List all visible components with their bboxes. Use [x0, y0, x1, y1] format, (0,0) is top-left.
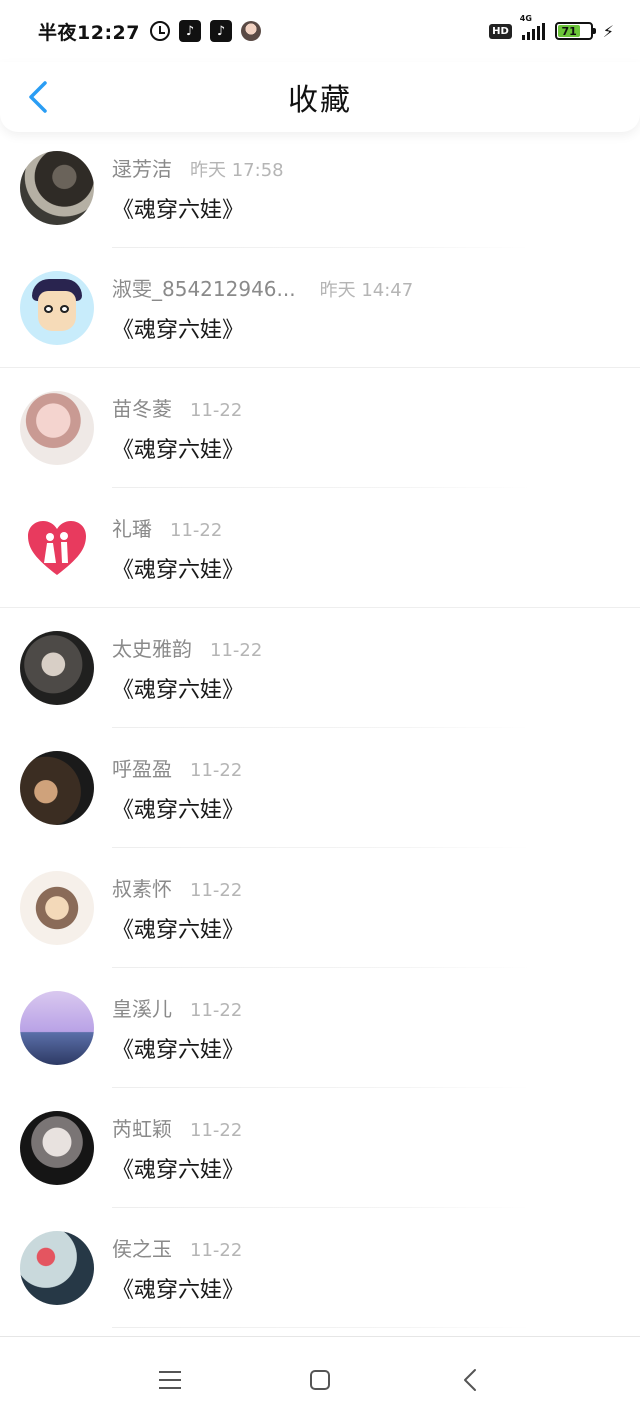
timestamp: 11-22: [190, 999, 243, 1021]
timestamp: 昨天 17:58: [190, 159, 284, 181]
timestamp: 11-22: [190, 759, 243, 781]
timestamp: 11-22: [210, 639, 263, 661]
favorites-list: 逯芳洁 昨天 17:58 《魂穿六娃》 淑雯_854212946... 昨天 1…: [0, 128, 640, 1328]
user-avatar[interactable]: [20, 991, 94, 1065]
user-name[interactable]: 太史雅韵: [112, 633, 192, 662]
timestamp: 昨天 14:47: [319, 279, 414, 301]
user-name[interactable]: 芮虹颖: [112, 1113, 172, 1142]
book-title[interactable]: 《魂穿六娃》: [112, 1152, 244, 1184]
status-bar: 半夜12:27 ♪ ♪ HD 4G 71 ⚡: [0, 0, 640, 62]
status-time: 半夜12:27: [38, 21, 140, 44]
user-avatar[interactable]: [20, 871, 94, 945]
user-name[interactable]: 礼璠: [112, 513, 152, 542]
user-avatar[interactable]: [20, 271, 94, 345]
user-avatar[interactable]: [20, 1231, 94, 1305]
list-item[interactable]: 苗冬菱 11-22 《魂穿六娃》: [0, 368, 640, 488]
menu-icon: [159, 1370, 181, 1389]
system-indicators: HD 4G 71 ⚡: [489, 14, 614, 41]
hd-voice-icon: HD: [489, 23, 512, 39]
back-button[interactable]: [20, 78, 56, 116]
tiktok-icon: ♪: [178, 20, 201, 42]
battery-level: 71: [557, 25, 581, 38]
list-item[interactable]: 皇溪儿 11-22 《魂穿六娃》: [0, 968, 640, 1088]
alarm-icon: [149, 21, 170, 41]
nav-back-button[interactable]: [450, 1360, 490, 1400]
book-title[interactable]: 《魂穿六娃》: [112, 432, 244, 464]
user-avatar[interactable]: [20, 1111, 94, 1185]
cellular-signal-icon: 4G: [520, 14, 545, 40]
timestamp: 11-22: [190, 1239, 243, 1261]
home-button[interactable]: [300, 1360, 340, 1400]
user-name[interactable]: 呼盈盈: [112, 753, 172, 782]
user-name[interactable]: 侯之玉: [112, 1233, 172, 1262]
user-name[interactable]: 逯芳洁: [112, 153, 172, 182]
header-bar: 收藏: [0, 62, 640, 132]
list-item[interactable]: 侯之玉 11-22 《魂穿六娃》: [0, 1208, 640, 1328]
back-icon: [464, 1368, 476, 1391]
user-name[interactable]: 淑雯_854212946...: [112, 273, 296, 302]
chevron-left-icon: [29, 81, 47, 113]
timestamp: 11-22: [190, 1119, 243, 1141]
divider: [112, 1327, 530, 1328]
notification-icons: ♪ ♪: [149, 20, 261, 42]
list-item[interactable]: 呼盈盈 11-22 《魂穿六娃》: [0, 728, 640, 848]
timestamp: 11-22: [190, 399, 243, 421]
timestamp: 11-22: [170, 519, 223, 541]
user-avatar[interactable]: [20, 631, 94, 705]
list-item[interactable]: 礼璠 11-22 《魂穿六娃》: [0, 488, 640, 608]
user-avatar[interactable]: [20, 151, 94, 225]
tiktok-icon: ♪: [209, 20, 232, 42]
book-title[interactable]: 《魂穿六娃》: [112, 552, 244, 584]
app-avatar-icon: [240, 21, 261, 41]
timestamp: 11-22: [190, 879, 243, 901]
network-type-label: 4G: [519, 14, 532, 23]
recent-apps-button[interactable]: [150, 1360, 190, 1400]
book-title[interactable]: 《魂穿六娃》: [112, 1032, 244, 1064]
battery-icon: 71: [554, 22, 596, 40]
list-item[interactable]: 太史雅韵 11-22 《魂穿六娃》: [0, 608, 640, 728]
list-item[interactable]: 芮虹颖 11-22 《魂穿六娃》: [0, 1088, 640, 1208]
list-item[interactable]: 叔素怀 11-22 《魂穿六娃》: [0, 848, 640, 968]
charging-icon: ⚡: [602, 21, 614, 41]
heart-icon: [28, 521, 86, 575]
system-nav-bar: [0, 1336, 640, 1422]
user-name[interactable]: 叔素怀: [112, 873, 172, 902]
book-title[interactable]: 《魂穿六娃》: [112, 912, 244, 944]
user-name[interactable]: 皇溪儿: [112, 993, 172, 1022]
book-title[interactable]: 《魂穿六娃》: [112, 792, 244, 824]
list-item[interactable]: 逯芳洁 昨天 17:58 《魂穿六娃》: [0, 128, 640, 248]
book-title[interactable]: 《魂穿六娃》: [112, 312, 413, 344]
book-title[interactable]: 《魂穿六娃》: [112, 1272, 244, 1304]
page-title: 收藏: [288, 83, 352, 118]
list-item[interactable]: 淑雯_854212946... 昨天 14:47 《魂穿六娃》: [0, 248, 640, 368]
book-title[interactable]: 《魂穿六娃》: [112, 672, 262, 704]
user-avatar[interactable]: [20, 391, 94, 465]
user-avatar[interactable]: [20, 751, 94, 825]
book-title[interactable]: 《魂穿六娃》: [112, 192, 284, 224]
home-icon: [310, 1369, 330, 1390]
user-avatar[interactable]: [20, 511, 94, 585]
user-name[interactable]: 苗冬菱: [112, 393, 172, 422]
